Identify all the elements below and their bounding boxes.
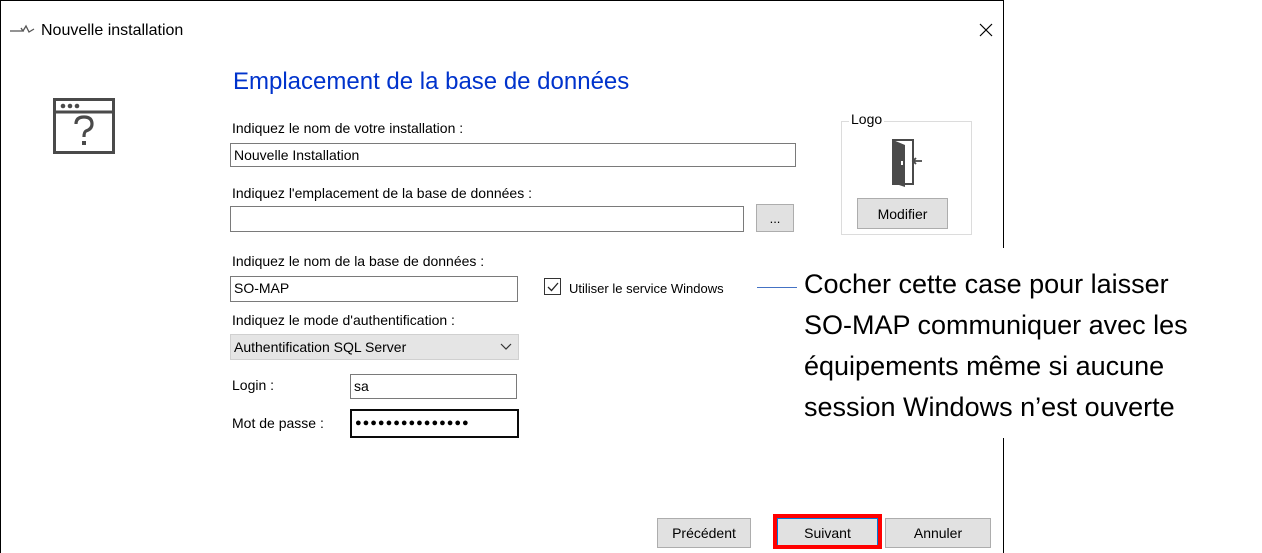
password-input[interactable]: ●●●●●●●●●●●●●●● [350,409,519,438]
title-bar: Nouvelle installation [1,1,1003,45]
callout-line-3: équipements même si aucune [804,351,1165,381]
installation-name-input[interactable]: Nouvelle Installation [230,143,796,167]
callout-line-2: SO-MAP communiquer avec les [804,310,1188,340]
next-button-highlight [773,514,882,549]
close-icon [979,23,993,37]
password-label: Mot de passe : [232,415,324,431]
modify-logo-button[interactable]: Modifier [857,198,948,229]
db-location-label: Indiquez l'emplacement de la base de don… [232,185,532,201]
chevron-down-icon [500,343,512,350]
previous-button[interactable]: Précédent [657,518,751,548]
auth-mode-value: Authentification SQL Server [234,339,407,355]
cancel-button[interactable]: Annuler [885,518,991,548]
logo-group-label: Logo [849,111,885,127]
login-label: Login : [232,377,275,393]
db-name-input[interactable]: SO-MAP [230,276,518,302]
checkmark-icon [547,282,558,291]
auth-mode-select[interactable]: Authentification SQL Server [230,334,519,360]
windows-service-label[interactable]: Utiliser le service Windows [569,281,724,297]
window-title: Nouvelle installation [41,22,184,39]
callout-connector [757,287,797,288]
door-exit-icon [892,139,922,187]
callout-annotation: Cocher cette case pour laisser SO-MAP co… [804,264,1188,428]
page-title: Emplacement de la base de données [233,68,630,95]
browse-button[interactable]: ... [756,204,794,232]
unknown-window-icon [53,98,115,154]
callout-line-4: session Windows n’est ouverte [804,392,1175,422]
db-location-input[interactable] [230,206,744,232]
close-button[interactable] [969,15,1003,45]
db-name-label: Indiquez le nom de la base de données : [232,253,485,269]
app-logo-icon [10,24,35,33]
windows-service-checkbox[interactable] [544,278,561,295]
installation-name-label: Indiquez le nom de votre installation : [232,120,464,136]
auth-mode-label: Indiquez le mode d'authentification : [232,312,455,328]
login-input[interactable]: sa [350,374,517,399]
callout-line-1: Cocher cette case pour laisser [804,269,1169,299]
